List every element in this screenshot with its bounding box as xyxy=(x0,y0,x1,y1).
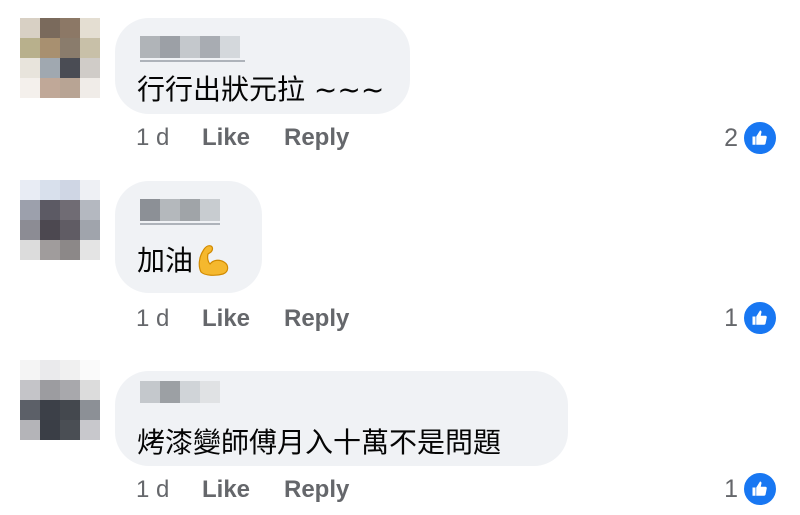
reaction-summary[interactable]: 1 xyxy=(724,471,778,507)
avatar[interactable] xyxy=(20,18,100,98)
comment-bubble: 加油 xyxy=(115,181,262,293)
comment-actions: 1 d Like Reply xyxy=(136,305,349,333)
comment-bubble: 行行出狀元拉 ~~~ xyxy=(115,18,410,114)
comment-time[interactable]: 1 d xyxy=(136,124,202,152)
thumbs-up-icon xyxy=(742,300,778,336)
comment-time[interactable]: 1 d xyxy=(136,305,202,333)
reply-button[interactable]: Reply xyxy=(284,124,349,152)
avatar[interactable] xyxy=(20,180,100,260)
comment-text: 烤漆變師傅月入十萬不是問題 xyxy=(137,426,502,459)
reaction-count: 1 xyxy=(724,474,738,503)
comment-text: 行行出狀元拉 ~~~ xyxy=(137,73,385,106)
name-underline xyxy=(140,60,245,62)
like-button[interactable]: Like xyxy=(202,124,284,152)
author-name[interactable] xyxy=(140,36,240,58)
reaction-summary[interactable]: 1 xyxy=(724,300,778,336)
author-name[interactable] xyxy=(140,381,220,403)
reply-button[interactable]: Reply xyxy=(284,476,349,504)
comment-text: 加油 xyxy=(137,239,231,283)
thumbs-up-icon xyxy=(742,120,778,156)
reaction-count: 1 xyxy=(724,303,738,332)
like-button[interactable]: Like xyxy=(202,305,284,333)
like-button[interactable]: Like xyxy=(202,476,284,504)
comment-actions: 1 d Like Reply xyxy=(136,124,349,152)
avatar[interactable] xyxy=(20,360,100,440)
reply-button[interactable]: Reply xyxy=(284,305,349,333)
comment-time[interactable]: 1 d xyxy=(136,476,202,504)
name-underline xyxy=(140,223,220,225)
comment-text-content: 加油 xyxy=(137,244,194,277)
reaction-summary[interactable]: 2 xyxy=(724,120,778,156)
reaction-count: 2 xyxy=(724,123,738,152)
comment-actions: 1 d Like Reply xyxy=(136,476,349,504)
comment-bubble: 烤漆變師傅月入十萬不是問題 xyxy=(115,371,568,466)
author-name[interactable] xyxy=(140,199,220,221)
flexed-biceps-icon xyxy=(195,242,231,283)
thumbs-up-icon xyxy=(742,471,778,507)
